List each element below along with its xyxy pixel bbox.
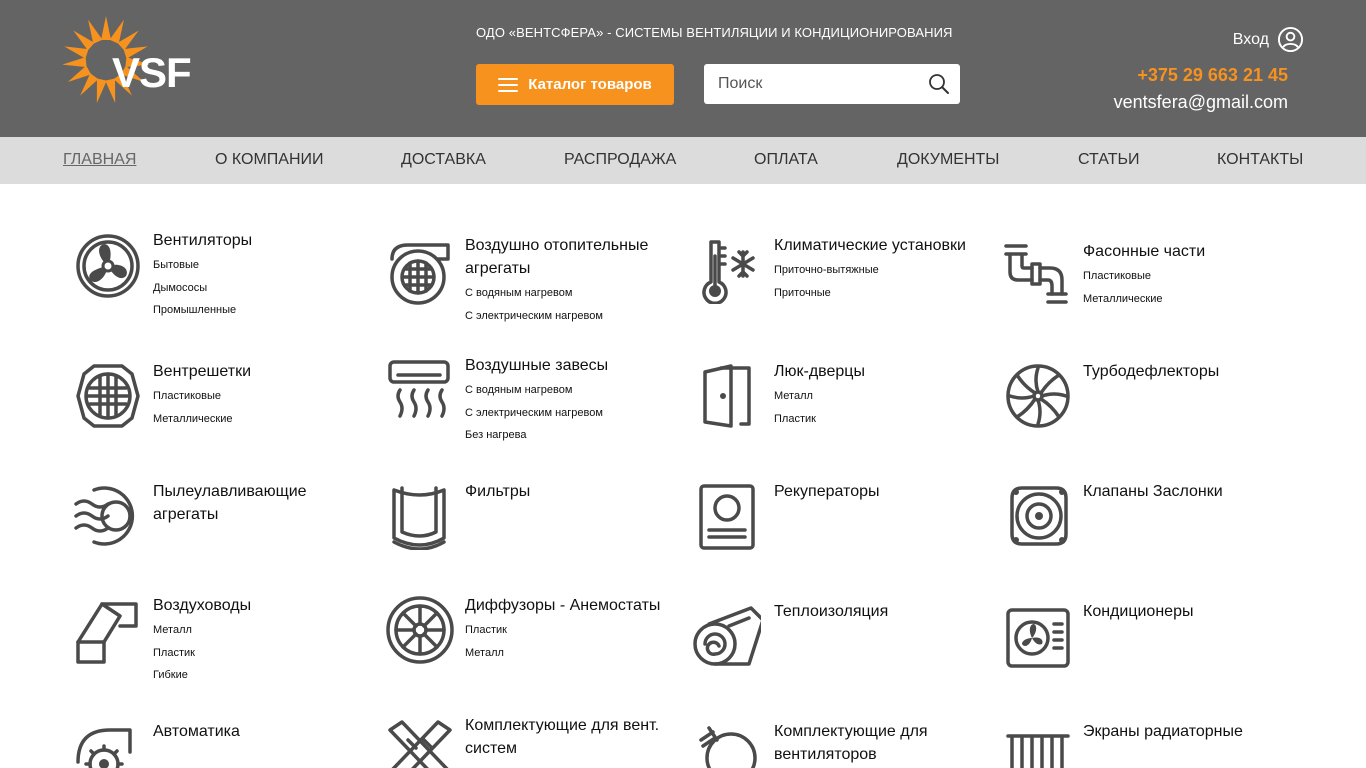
catalog-item-title[interactable]: Комплектующие для вентиляторов xyxy=(774,720,984,766)
catalog-item-title[interactable]: Турбодефлекторы xyxy=(1083,360,1293,383)
catalog-subitem[interactable]: Приточно-вытяжные xyxy=(774,259,984,282)
catalog-item-title[interactable]: Рекуператоры xyxy=(774,480,984,503)
air-heater-icon xyxy=(386,239,454,307)
nav-item-documents[interactable]: ДОКУМЕНТЫ xyxy=(897,151,999,169)
nav-item-sale[interactable]: РАСПРОДАЖА xyxy=(564,151,676,169)
nav-item-about[interactable]: О КОМПАНИИ xyxy=(215,151,324,169)
nav-item-home[interactable]: ГЛАВНАЯ xyxy=(63,151,136,169)
clamp-icon xyxy=(695,722,763,768)
catalog-item-title[interactable]: Вентрешетки xyxy=(153,360,363,383)
catalog-item-title[interactable]: Вентиляторы xyxy=(153,229,363,252)
phone-number[interactable]: +375 29 663 21 45 xyxy=(1137,65,1288,86)
duct-icon xyxy=(74,596,142,664)
insulation-roll-icon xyxy=(693,602,761,670)
catalog-button[interactable]: Каталог товаров xyxy=(476,64,674,105)
nav-item-contacts[interactable]: КОНТАКТЫ xyxy=(1217,151,1303,169)
catalog-subitem[interactable]: С электрическим нагревом xyxy=(465,402,675,425)
catalog-subitem[interactable]: Пластик xyxy=(153,642,363,665)
email-address[interactable]: ventsfera@gmail.com xyxy=(1114,92,1288,113)
catalog-item-title[interactable]: Кондиционеры xyxy=(1083,600,1293,623)
main-nav: ГЛАВНАЯ О КОМПАНИИ ДОСТАВКА РАСПРОДАЖА О… xyxy=(0,137,1366,184)
catalog-item-title[interactable]: Автоматика xyxy=(153,720,363,743)
catalog-item-title[interactable]: Климатические установки xyxy=(774,234,984,257)
search-icon[interactable] xyxy=(928,73,950,95)
catalog-item-title[interactable]: Экраны радиаторные xyxy=(1083,720,1293,743)
catalog-item-title[interactable]: Диффузоры - Анемостаты xyxy=(465,594,675,617)
catalog-subitem[interactable]: Пластиковые xyxy=(1083,265,1293,288)
catalog-subitem[interactable]: Металлические xyxy=(153,408,363,431)
air-curtain-icon xyxy=(386,358,454,426)
catalog-item-title[interactable]: Теплоизоляция xyxy=(774,600,984,623)
catalog-button-label: Каталог товаров xyxy=(528,76,652,93)
catalog-item-title[interactable]: Воздуховоды xyxy=(153,594,363,617)
catalog-item-title[interactable]: Фильтры xyxy=(465,480,675,503)
catalog-subitem[interactable]: С электрическим нагревом xyxy=(465,305,675,328)
catalog-item-title[interactable]: Фасонные части xyxy=(1083,240,1293,263)
catalog-subitem[interactable]: Металлические xyxy=(1083,288,1293,311)
pipe-fittings-icon xyxy=(1004,242,1072,310)
site-header: VSF ОДО «ВЕНТСФЕРА» - СИСТЕМЫ ВЕНТИЛЯЦИИ… xyxy=(0,0,1366,137)
catalog-subitem[interactable]: Металл xyxy=(465,642,675,665)
catalog-subitem[interactable]: Бытовые xyxy=(153,254,363,277)
catalog-subitem[interactable]: Гибкие xyxy=(153,664,363,687)
catalog-item-title[interactable]: Пылеулавливающие агрегаты xyxy=(153,480,363,526)
logo-text: VSF xyxy=(112,49,191,96)
turbine-icon xyxy=(1004,362,1072,430)
catalog-subitem[interactable]: Металл xyxy=(153,619,363,642)
catalog-subitem[interactable]: Пластиковые xyxy=(153,385,363,408)
diffuser-icon xyxy=(386,596,454,664)
catalog-subitem[interactable]: Промышленные xyxy=(153,299,363,322)
menu-icon xyxy=(498,77,519,92)
search-input[interactable] xyxy=(704,64,914,104)
catalog-subitem[interactable]: Приточные xyxy=(774,282,984,305)
user-icon xyxy=(1277,26,1304,53)
vsf-logo[interactable]: VSF xyxy=(62,14,202,106)
nav-item-payment[interactable]: ОПЛАТА xyxy=(754,151,818,169)
catalog-item-title[interactable]: Воздушно отопительные агрегаты xyxy=(465,234,675,280)
filter-icon xyxy=(386,482,454,550)
vent-grille-icon xyxy=(74,362,142,430)
catalog-subitem[interactable]: С водяным нагревом xyxy=(465,379,675,402)
radiator-screen-icon xyxy=(1004,722,1072,768)
door-icon xyxy=(695,362,763,430)
components-icon xyxy=(386,718,454,768)
search-box xyxy=(704,64,960,104)
catalog-subitem[interactable]: С водяным нагревом xyxy=(465,282,675,305)
catalog-subitem[interactable]: Без нагрева xyxy=(465,424,675,447)
company-tagline: ОДО «ВЕНТСФЕРА» - СИСТЕМЫ ВЕНТИЛЯЦИИ И К… xyxy=(476,25,953,40)
fan-icon xyxy=(74,232,142,300)
catalog-item-title[interactable]: Воздушные завесы xyxy=(465,354,675,377)
catalog-subitem[interactable]: Дымососы xyxy=(153,277,363,300)
valve-icon xyxy=(1004,482,1072,550)
login-link[interactable]: Вход xyxy=(1233,26,1304,53)
recuperator-icon xyxy=(695,482,763,550)
catalog-item-title[interactable]: Люк-дверцы xyxy=(774,360,984,383)
automation-gear-icon xyxy=(74,722,142,768)
air-conditioner-icon xyxy=(1004,602,1072,670)
catalog-subitem[interactable]: Пластик xyxy=(774,408,984,431)
nav-item-delivery[interactable]: ДОСТАВКА xyxy=(401,151,486,169)
catalog-subitem[interactable]: Металл xyxy=(774,385,984,408)
nav-item-articles[interactable]: СТАТЬИ xyxy=(1078,151,1139,169)
catalog-subitem[interactable]: Пластик xyxy=(465,619,675,642)
thermometer-snowflake-icon xyxy=(695,236,763,304)
catalog-item-title[interactable]: Клапаны Заслонки xyxy=(1083,480,1293,503)
login-label: Вход xyxy=(1232,30,1269,48)
dust-collector-icon xyxy=(74,482,142,550)
catalog-item-title[interactable]: Комплектующие для вент. систем xyxy=(465,714,675,760)
